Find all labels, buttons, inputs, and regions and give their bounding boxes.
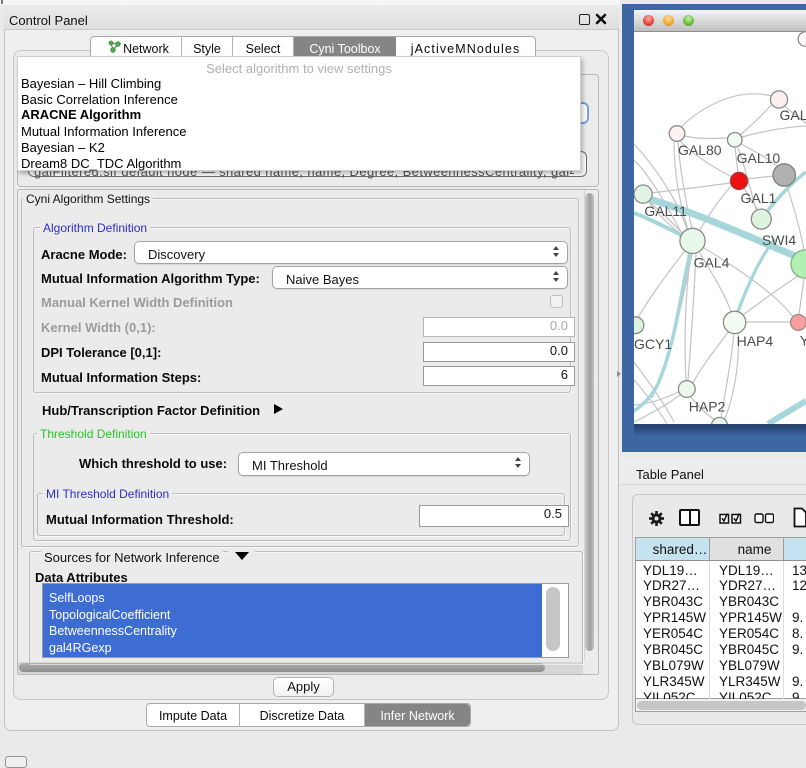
svg-text:GAL1: GAL1 [741, 190, 777, 206]
svg-text:GCY1: GCY1 [634, 336, 672, 352]
svg-text:GAL11: GAL11 [644, 203, 687, 219]
svg-text:HAP4: HAP4 [737, 333, 774, 349]
svg-text:GAL10: GAL10 [737, 150, 781, 166]
svg-text:GAL7: GAL7 [780, 107, 806, 123]
svg-text:HAP2: HAP2 [689, 399, 726, 415]
svg-text:GAL80: GAL80 [678, 142, 722, 158]
svg-text:Y: Y [800, 333, 806, 349]
svg-text:SWI4: SWI4 [762, 232, 796, 248]
svg-text:GAL4: GAL4 [694, 255, 730, 271]
